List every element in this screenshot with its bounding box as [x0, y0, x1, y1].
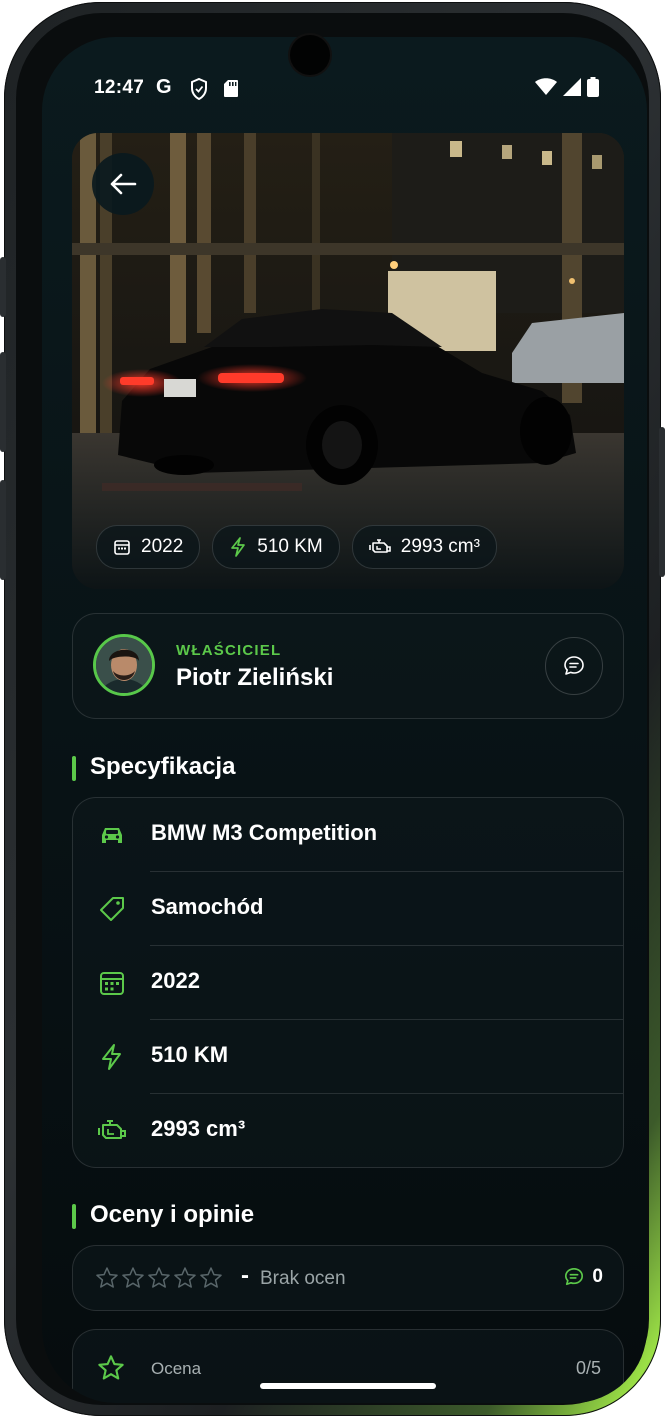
battery-icon [587, 77, 599, 97]
tag-icon [100, 897, 124, 921]
status-time: 12:47 [94, 77, 145, 98]
status-bar: 12:47 G [94, 75, 599, 105]
avatar [93, 634, 155, 696]
back-button[interactable] [92, 153, 154, 215]
chat-bubble-icon [564, 656, 584, 675]
engine-icon [98, 1120, 126, 1139]
specs-card: BMW M3 Competition Samochód 2022 510 KM … [72, 797, 624, 1168]
spec-row-engine: 2993 cm³ [73, 1094, 623, 1168]
engine-icon [368, 539, 391, 553]
chip-power: 510 KM [212, 525, 340, 569]
side-button [0, 480, 6, 580]
ratings-summary-card[interactable]: - Brak ocen 0 [72, 1245, 624, 1311]
hero-image: 2022 510 KM 2993 cm³ [72, 133, 624, 589]
calendar-icon [100, 972, 124, 995]
rating-label: Ocena [151, 1359, 202, 1378]
spec-row-type: Samochód [73, 872, 623, 946]
hero-chips: 2022 510 KM 2993 cm³ [96, 525, 497, 569]
phone-bezel: 12:47 G 2022 510 KM 2993 cm³ WŁAŚCICIEL … [16, 13, 649, 1405]
car-photo [72, 133, 624, 589]
calendar-icon [114, 540, 130, 555]
comments-count-value: 0 [592, 1266, 603, 1287]
message-button[interactable] [545, 637, 603, 695]
spec-row-model: BMW M3 Competition [73, 798, 623, 872]
specs-title: Specyfikacja [72, 753, 235, 781]
rating-summary: Brak ocen [260, 1268, 346, 1289]
star-empty-icon [122, 1267, 144, 1288]
shield-icon [191, 78, 207, 100]
google-icon: G [156, 76, 172, 98]
star-empty-icon [174, 1267, 196, 1288]
star-empty-icon [96, 1267, 118, 1288]
spec-text: Samochód [151, 894, 264, 919]
arrow-left-icon [110, 173, 137, 195]
side-button [659, 427, 665, 577]
phone-frame: 12:47 G 2022 510 KM 2993 cm³ WŁAŚCICIEL … [0, 2, 665, 1416]
chat-bubble-icon [565, 1268, 584, 1286]
spec-row-year: 2022 [73, 946, 623, 1020]
spec-text: 510 KM [151, 1042, 229, 1067]
owner-name: Piotr Zieliński [176, 664, 334, 691]
home-indicator[interactable] [260, 1383, 436, 1389]
rating-value: 0/5 [575, 1358, 601, 1378]
star-icon [98, 1355, 124, 1380]
spec-text: 2993 cm³ [151, 1116, 246, 1141]
rating-dash: - [241, 1262, 249, 1289]
bolt-icon [102, 1044, 121, 1070]
spec-text: BMW M3 Competition [151, 820, 378, 845]
owner-label: WŁAŚCICIEL [176, 642, 282, 659]
wifi-icon [535, 78, 557, 95]
chip-label: 2022 [141, 536, 184, 557]
owner-card[interactable]: WŁAŚCICIEL Piotr Zieliński [72, 613, 624, 719]
status-right-icons [535, 77, 599, 97]
sd-card-icon [224, 80, 238, 97]
side-button [0, 352, 6, 452]
car-icon [102, 828, 122, 843]
spec-text: 2022 [151, 968, 200, 993]
comments-count: 0 [564, 1266, 603, 1288]
rating-detail-card[interactable]: Ocena 0/5 [72, 1329, 624, 1403]
star-rating [95, 1266, 223, 1290]
side-button [0, 257, 6, 317]
bolt-icon [231, 537, 246, 557]
chip-label: 510 KM [257, 536, 323, 557]
star-empty-icon [200, 1267, 222, 1288]
chip-label: 2993 cm³ [400, 536, 480, 557]
app-screen: 12:47 G 2022 510 KM 2993 cm³ WŁAŚCICIEL … [42, 37, 647, 1403]
front-camera [290, 35, 330, 75]
ratings-title: Oceny i opinie [72, 1201, 254, 1229]
spec-row-power: 510 KM [73, 1020, 623, 1094]
chip-engine: 2993 cm³ [351, 525, 497, 569]
chip-year: 2022 [96, 525, 201, 569]
star-empty-icon [148, 1267, 170, 1288]
signal-icon [563, 78, 581, 96]
